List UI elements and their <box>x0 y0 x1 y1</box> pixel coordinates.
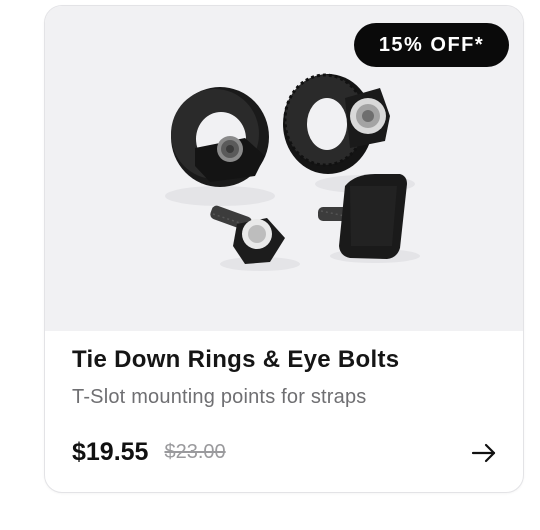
arrow-right-icon[interactable] <box>470 439 498 467</box>
original-price: $23.00 <box>164 440 226 463</box>
sale-price: $19.55 <box>72 437 149 466</box>
price-row: $19.55 $23.00 <box>72 434 496 470</box>
tie-down-ring-left <box>171 87 269 187</box>
product-title[interactable]: Tie Down Rings & Eye Bolts <box>72 346 496 375</box>
product-card[interactable]: 15% OFF* Tie Down Rings & Eye Bolts T-Sl… <box>44 5 524 493</box>
product-info: Tie Down Rings & Eye Bolts T-Slot mounti… <box>72 346 496 409</box>
tie-down-ring-right <box>283 73 390 174</box>
product-media[interactable]: 15% OFF* <box>45 6 523 331</box>
discount-badge: 15% OFF* <box>354 23 509 67</box>
eye-bolt-left <box>210 205 285 264</box>
product-subtitle: T-Slot mounting points for straps <box>72 385 367 408</box>
